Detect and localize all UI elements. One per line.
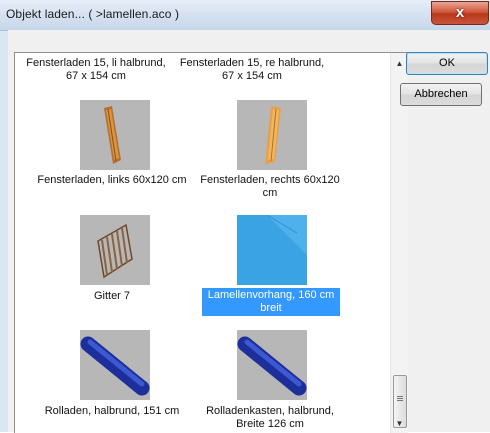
slat-curtain-icon[interactable] — [237, 215, 307, 285]
dialog-window: Objekt laden... ( >lamellen.aco ) x Fens… — [0, 0, 490, 433]
list-item-label[interactable]: Fensterladen 15, li halbrund, 67 x 154 c… — [21, 57, 171, 83]
object-list[interactable]: Fensterladen 15, li halbrund, 67 x 154 c… — [14, 52, 408, 433]
close-button[interactable]: x — [431, 1, 489, 25]
grille-icon[interactable] — [80, 215, 150, 285]
list-scrollbar[interactable]: ▲ ▼ — [390, 53, 408, 433]
cancel-button[interactable]: Abbrechen — [400, 83, 482, 106]
dialog-body: Fensterladen 15, li halbrund, 67 x 154 c… — [8, 30, 490, 433]
roller-box-icon[interactable] — [237, 330, 307, 400]
list-item-label[interactable]: Fensterladen, rechts 60x120 cm — [195, 174, 345, 200]
scroll-down-icon[interactable]: ▼ — [391, 415, 408, 432]
list-item-label-selected[interactable]: Lamellenvorhang, 160 cm breit — [202, 288, 340, 316]
grip-icon — [397, 396, 403, 397]
list-item-label[interactable]: Gitter 7 — [37, 290, 187, 303]
list-item-label[interactable]: Rolladen, halbrund, 151 cm — [37, 405, 187, 418]
shutter-right-icon[interactable] — [237, 100, 307, 170]
list-item-label[interactable]: Fensterladen, links 60x120 cm — [37, 174, 187, 187]
title-bar[interactable]: Objekt laden... ( >lamellen.aco ) x — [0, 0, 490, 31]
window-title: Objekt laden... ( >lamellen.aco ) — [6, 7, 180, 21]
shutter-left-icon[interactable] — [80, 100, 150, 170]
ok-button[interactable]: OK — [406, 52, 488, 75]
list-item-label[interactable]: Rolladenkasten, halbrund, Breite 126 cm — [195, 405, 345, 431]
list-item-label[interactable]: Fensterladen 15, re halbrund, 67 x 154 c… — [177, 57, 327, 83]
roller-shutter-icon[interactable] — [80, 330, 150, 400]
